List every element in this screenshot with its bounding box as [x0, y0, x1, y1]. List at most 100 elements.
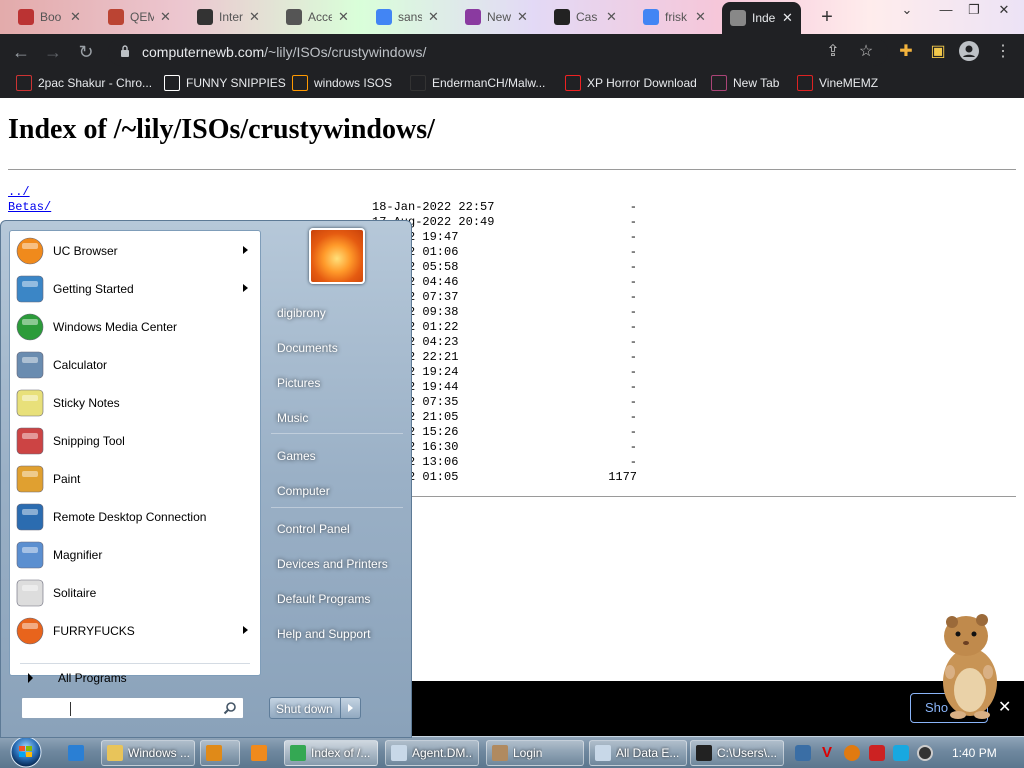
start-menu-item-label: UC Browser: [53, 244, 118, 258]
start-menu-item[interactable]: UC Browser: [12, 232, 258, 270]
start-menu-item[interactable]: Snipping Tool: [12, 422, 258, 460]
start-menu-item-label: Calculator: [53, 358, 108, 372]
address-bar[interactable]: computernewb.com/~lily/ISOs/crustywindow…: [108, 38, 888, 66]
directory-link[interactable]: Betas/: [8, 200, 51, 214]
share-icon[interactable]: ⇪: [822, 41, 844, 63]
bookmark-icon-x: [565, 75, 581, 91]
taskbar-button[interactable]: C:\Users\...: [690, 740, 784, 766]
start-menu-item[interactable]: Solitaire: [12, 574, 258, 612]
browser-tab[interactable]: Acce ✕: [278, 4, 357, 30]
start-menu-link[interactable]: Documents: [269, 333, 407, 363]
bookmark-item[interactable]: 2pac Shakur - Chro...: [16, 75, 152, 91]
tab-close-icon[interactable]: ✕: [70, 9, 81, 25]
start-menu-item[interactable]: Paint: [12, 460, 258, 498]
browser-tab[interactable]: New ✕: [457, 4, 536, 30]
tray-flag-icon[interactable]: [869, 745, 885, 761]
browser-tab[interactable]: sans ✕: [368, 4, 447, 30]
bookmark-item[interactable]: FUNNY SNIPPIES: [164, 75, 286, 91]
file-size: -: [629, 365, 637, 379]
submenu-arrow-icon: [243, 246, 248, 254]
taskbar-button[interactable]: Agent.DM...: [385, 740, 479, 766]
start-menu-item[interactable]: Magnifier: [12, 536, 258, 574]
window-icon: [391, 745, 407, 761]
taskbar-button[interactable]: [245, 740, 281, 766]
start-menu-item[interactable]: Remote Desktop Connection: [12, 498, 258, 536]
new-tab-button[interactable]: +: [816, 6, 838, 29]
bookmark-item[interactable]: EndermanCH/Malw...: [410, 75, 545, 91]
back-arrow-icon[interactable]: ←: [10, 41, 32, 63]
bookmark-star-icon[interactable]: ☆: [855, 41, 877, 63]
start-orb-windows-icon[interactable]: [6, 736, 46, 768]
tray-v-icon[interactable]: V: [819, 745, 835, 761]
taskbar-button[interactable]: Login: [486, 740, 584, 766]
tab-close-icon[interactable]: ✕: [606, 9, 617, 25]
start-search-input[interactable]: [21, 697, 244, 719]
browser-tab[interactable]: Cas ✕: [546, 4, 625, 30]
close-window-icon[interactable]: ✕: [990, 0, 1018, 22]
clock[interactable]: 1:40 PM: [952, 746, 997, 760]
hamster-desktop-pet[interactable]: [928, 610, 1008, 720]
bookmark-item[interactable]: windows ISOS: [292, 75, 392, 91]
bookmark-label: XP Horror Download: [587, 76, 697, 90]
user-account-picture[interactable]: [309, 228, 365, 284]
browser-tab[interactable]: Inde ✕: [722, 2, 801, 34]
bookmark-item[interactable]: New Tab: [711, 75, 779, 91]
tab-close-icon[interactable]: ✕: [428, 9, 439, 25]
bookmark-item[interactable]: XP Horror Download: [565, 75, 697, 91]
forward-arrow-icon[interactable]: →: [42, 41, 64, 63]
user-name-link[interactable]: digibrony: [269, 298, 407, 328]
start-menu-link[interactable]: Help and Support: [269, 619, 407, 649]
taskbar-button[interactable]: All Data E...: [589, 740, 687, 766]
side-panel-icon[interactable]: ▣: [927, 41, 949, 63]
browser-tab[interactable]: Boo ✕: [10, 4, 89, 30]
tab-search-chevron-icon[interactable]: ⌄: [893, 0, 921, 22]
bookmark-icon-globe: [711, 75, 727, 91]
browser-tab-strip: Boo ✕ QEM ✕ Inter ✕ Acce ✕ sans ✕ New ✕ Cas ✕ frisk ✕ In…: [0, 0, 1024, 34]
taskbar-button[interactable]: Index of /...: [284, 740, 378, 766]
shut-down-button[interactable]: Shut down: [269, 697, 341, 719]
start-menu-link[interactable]: Computer: [269, 476, 407, 506]
firefox-icon: [16, 617, 44, 645]
directory-link[interactable]: ../: [8, 185, 30, 199]
shut-down-options-arrow-icon[interactable]: [341, 697, 361, 719]
browser-tab[interactable]: QEM ✕: [100, 4, 179, 30]
tray-app-icon[interactable]: [795, 745, 811, 761]
start-menu-link[interactable]: Control Panel: [269, 514, 407, 544]
start-menu-link[interactable]: Pictures: [269, 368, 407, 398]
start-menu-item[interactable]: Getting Started: [12, 270, 258, 308]
reload-icon[interactable]: ↻: [75, 41, 97, 63]
start-menu-link[interactable]: Music: [269, 403, 407, 433]
extensions-puzzle-icon[interactable]: ✚: [895, 41, 917, 63]
start-menu-link[interactable]: Default Programs: [269, 584, 407, 614]
start-menu-link-label: Help and Support: [277, 627, 371, 641]
tray-volume-icon[interactable]: [917, 745, 933, 761]
tab-close-icon[interactable]: ✕: [338, 9, 349, 25]
start-menu-item[interactable]: Windows Media Center: [12, 308, 258, 346]
tab-close-icon[interactable]: ✕: [517, 9, 528, 25]
tab-close-icon[interactable]: ✕: [160, 9, 171, 25]
start-menu-item[interactable]: Sticky Notes: [12, 384, 258, 422]
taskbar-button[interactable]: [200, 740, 240, 766]
bookmark-item[interactable]: VineMEMZ: [797, 75, 878, 91]
tray-search-icon[interactable]: [844, 745, 860, 761]
tray-monitor-icon[interactable]: [893, 745, 909, 761]
minimize-icon[interactable]: —: [932, 0, 960, 22]
profile-avatar-icon[interactable]: [958, 41, 980, 63]
search-icon[interactable]: [223, 701, 237, 715]
browser-tab[interactable]: Inter ✕: [189, 4, 268, 30]
start-menu-item[interactable]: Calculator: [12, 346, 258, 384]
start-menu-link[interactable]: Games: [269, 441, 407, 471]
tab-close-icon[interactable]: ✕: [249, 9, 260, 25]
start-menu-link[interactable]: Devices and Printers: [269, 549, 407, 579]
tab-close-icon[interactable]: ✕: [782, 10, 793, 26]
restore-icon[interactable]: ❐: [960, 0, 988, 22]
magnifier-icon: [16, 541, 44, 569]
start-menu-item[interactable]: FURRYFUCKS: [12, 612, 258, 650]
start-menu-link-label: Control Panel: [277, 522, 350, 536]
tab-close-icon[interactable]: ✕: [695, 9, 706, 25]
taskbar-button[interactable]: Windows ...: [101, 740, 195, 766]
taskbar-button[interactable]: [62, 740, 94, 766]
browser-tab[interactable]: frisk ✕: [635, 4, 714, 30]
menu-kebab-icon[interactable]: ⋮: [992, 41, 1014, 63]
tab-favicon-google: [376, 9, 392, 25]
